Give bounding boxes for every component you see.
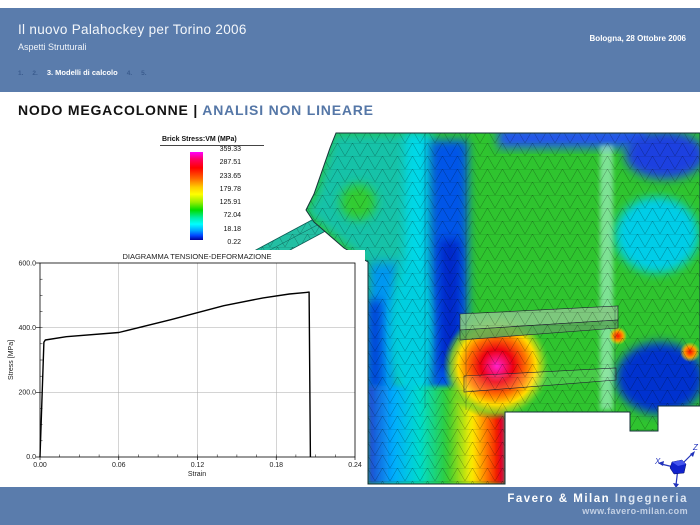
axis-triad-icon: X Z Y bbox=[654, 443, 699, 490]
event-date: Bologna, 28 Ottobre 2006 bbox=[590, 34, 686, 43]
stress-strain-chart: DIAGRAMMA TENSIONE-DEFORMAZIONE 600.0 40… bbox=[5, 250, 365, 478]
footer-bar: Favero & Milan Ingegneria www.favero-mil… bbox=[0, 487, 700, 525]
ytick-label: 200.0 bbox=[18, 390, 36, 397]
company-division: Ingegneria bbox=[615, 493, 688, 505]
legend-values: 359.33 287.51 233.65 179.78 125.91 72.04… bbox=[207, 146, 241, 247]
xtick-label: 0.00 bbox=[33, 462, 47, 469]
xtick-label: 0.18 bbox=[269, 462, 283, 469]
legend-value: 18.18 bbox=[207, 226, 241, 234]
nav-item-3-active[interactable]: 3. Modelli di calcolo bbox=[47, 68, 118, 77]
company-name: Favero & Milan bbox=[507, 493, 610, 505]
nav-item-1[interactable]: 1. bbox=[18, 70, 23, 77]
legend-value: 72.04 bbox=[207, 212, 241, 220]
company-website[interactable]: www.favero-milan.com bbox=[0, 506, 688, 516]
xtick-label: 0.06 bbox=[112, 462, 126, 469]
xtick-label: 0.12 bbox=[191, 462, 205, 469]
stress-legend: Brick Stress:VM (MPa) 359.33 287.51 233.… bbox=[160, 136, 272, 146]
legend-title: Brick Stress:VM (MPa) bbox=[160, 136, 264, 146]
section-nav: 1. 2. 3. Modelli di calcolo 4. 5. bbox=[18, 68, 147, 77]
minor-ticks bbox=[40, 279, 335, 457]
chart-title: DIAGRAMMA TENSIONE-DEFORMAZIONE bbox=[122, 252, 271, 261]
axis-x-label: X bbox=[654, 457, 661, 466]
page-title-blue: ANALISI NON LINEARE bbox=[202, 102, 374, 118]
presentation-slide: X Z Y Brick Stress:VM (MPa) 359.33 287.5… bbox=[0, 0, 700, 525]
legend-value: 179.78 bbox=[207, 186, 241, 194]
xtick-label: 0.24 bbox=[348, 462, 362, 469]
footer-company-line: Favero & Milan Ingegneria bbox=[0, 493, 688, 505]
y-axis-title: Stress [MPa] bbox=[8, 340, 15, 380]
nav-item-4[interactable]: 4. bbox=[127, 70, 132, 77]
page-title: NODO MEGACOLONNE | ANALISI NON LINEARE bbox=[18, 102, 374, 118]
legend-colorbar bbox=[190, 152, 203, 240]
ytick-label: 0.0 bbox=[26, 454, 36, 461]
legend-value: 125.91 bbox=[207, 199, 241, 207]
nav-item-2[interactable]: 2. bbox=[32, 70, 37, 77]
deck-title: Il nuovo Palahockey per Torino 2006 bbox=[18, 22, 247, 37]
legend-value: 359.33 bbox=[207, 146, 241, 154]
x-axis-title: Strain bbox=[188, 471, 206, 478]
legend-value: 0.22 bbox=[207, 239, 241, 247]
legend-value: 233.65 bbox=[207, 173, 241, 181]
page-title-black: NODO MEGACOLONNE | bbox=[18, 102, 198, 118]
header-bar: Il nuovo Palahockey per Torino 2006 Aspe… bbox=[0, 8, 700, 92]
axis-z-label: Z bbox=[692, 443, 699, 452]
deck-subtitle: Aspetti Strutturali bbox=[18, 42, 87, 52]
ytick-label: 600.0 bbox=[18, 261, 36, 268]
stress-strain-curve bbox=[40, 292, 310, 457]
legend-value: 287.51 bbox=[207, 159, 241, 167]
ytick-label: 400.0 bbox=[18, 325, 36, 332]
nav-item-5[interactable]: 5. bbox=[141, 70, 146, 77]
